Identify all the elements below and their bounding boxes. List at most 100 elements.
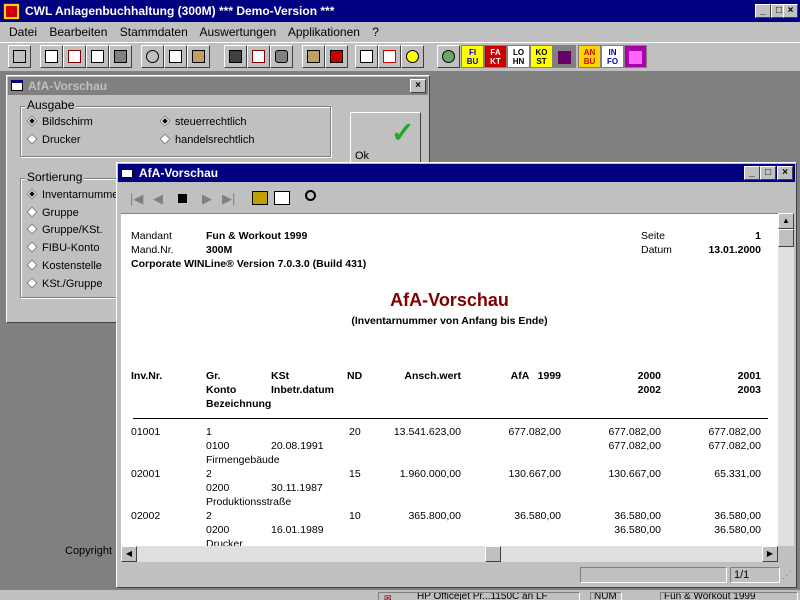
resize-grip-icon[interactable]: ⋰ <box>782 570 792 581</box>
table-row-inv: 02002 <box>131 510 161 522</box>
calculator-icon[interactable] <box>224 45 247 68</box>
header-2001: 2001 <box>737 370 761 382</box>
table-row-2001: 65.331,00 <box>714 468 761 480</box>
window-icon <box>11 80 23 91</box>
table-row-ansch: 365.800,00 <box>408 510 461 522</box>
close-button[interactable]: × <box>783 4 798 18</box>
anbu-button[interactable]: AN BU <box>578 45 601 68</box>
radio-bildschirm[interactable]: Bildschirm <box>26 114 93 130</box>
seite-value: 1 <box>755 230 761 242</box>
preview-title: AfA-Vorschau <box>139 166 219 180</box>
menu-help[interactable]: ? <box>372 25 379 39</box>
next-page-icon[interactable]: ▶ <box>202 191 212 207</box>
copy-icon[interactable] <box>164 45 187 68</box>
preview-close-button[interactable]: × <box>777 166 793 180</box>
print-preview-button-icon[interactable] <box>274 191 290 205</box>
scroll-left-button[interactable]: ◀ <box>121 546 137 562</box>
table-row-konto: 0100 <box>206 440 230 452</box>
mandant-value: Fun & Workout 1999 <box>206 230 308 242</box>
table-row-2003: 677.082,00 <box>708 440 761 452</box>
radio-sort-gruppe-kst[interactable]: Gruppe/KSt. <box>26 222 103 238</box>
menu-auswertungen[interactable]: Auswertungen <box>199 25 276 39</box>
paste-icon[interactable] <box>187 45 210 68</box>
radio-steuerrechtlich[interactable]: steuerrechtlich <box>159 114 247 130</box>
minimize-button[interactable]: _ <box>755 4 771 18</box>
ausgabe-label: Ausgabe <box>25 98 77 112</box>
sortierung-label: Sortierung <box>25 170 85 184</box>
table-row-inv: 02001 <box>131 468 161 480</box>
exit-icon[interactable] <box>302 45 325 68</box>
grid-button[interactable] <box>624 45 647 68</box>
print-icon[interactable] <box>8 45 31 68</box>
radio-sort-fibu[interactable]: FIBU-Konto <box>26 240 99 256</box>
radio-sort-inventar[interactable]: Inventarnumme <box>26 187 118 203</box>
export-preview-icon[interactable] <box>252 191 268 205</box>
menu-bar: Datei Bearbeiten Stammdaten Auswertungen… <box>0 22 800 42</box>
lock-icon[interactable] <box>270 45 293 68</box>
radio-handelsrechtlich[interactable]: handelsrechtlich <box>159 132 255 148</box>
table-row-2002: 677.082,00 <box>608 440 661 452</box>
table-row-bez: Produktionsstraße <box>206 496 292 508</box>
info-button[interactable]: IN FO <box>601 45 624 68</box>
ok-button[interactable]: ✓ Ok <box>350 112 421 164</box>
table-row-konto: 0200 <box>206 524 230 536</box>
delete-icon[interactable] <box>378 45 401 68</box>
calendar-icon[interactable] <box>355 45 378 68</box>
scroll-thumb-vertical[interactable] <box>778 229 794 247</box>
first-page-icon[interactable]: |◀ <box>130 191 143 207</box>
table-row-konto: 0200 <box>206 482 230 494</box>
table-row-datum: 16.01.1989 <box>271 524 324 536</box>
help-icon[interactable] <box>401 45 424 68</box>
export-icon[interactable] <box>109 45 132 68</box>
preview-status-field <box>580 567 727 583</box>
prev-page-icon[interactable]: ◀ <box>153 191 163 207</box>
horizontal-scrollbar[interactable]: ◀ ▶ <box>121 546 778 562</box>
scroll-right-button[interactable]: ▶ <box>762 546 778 562</box>
print-preview-icon[interactable] <box>40 45 63 68</box>
module-button[interactable] <box>553 45 576 68</box>
menu-datei[interactable]: Datei <box>9 25 37 39</box>
statusbar-printer: ✉ HP Officejet Pr...1150C an LF <box>378 592 580 600</box>
table-row-2000: 677.082,00 <box>608 426 661 438</box>
table-row-2003: 36.580,00 <box>714 524 761 536</box>
menu-bearbeiten[interactable]: Bearbeiten <box>49 25 107 39</box>
bg-close-button[interactable]: × <box>410 79 426 93</box>
scroll-up-button[interactable]: ▲ <box>778 213 794 229</box>
table-row-2000: 36.580,00 <box>614 510 661 522</box>
info-icon[interactable] <box>247 45 270 68</box>
table-row-2000: 130.667,00 <box>608 468 661 480</box>
radio-sort-gruppe[interactable]: Gruppe <box>26 205 79 221</box>
header-anschwert: Ansch.wert <box>404 370 461 382</box>
fakt-button[interactable]: FA KT <box>484 45 507 68</box>
app-title: CWL Anlagenbuchhaltung (300M) *** Demo-V… <box>25 4 335 18</box>
report-page: Mandant Fun & Workout 1999 Mand.Nr. 300M… <box>121 213 778 546</box>
app-icon[interactable] <box>3 3 20 20</box>
radio-sort-kst-gruppe[interactable]: KSt./Gruppe <box>26 276 103 292</box>
seite-label: Seite <box>641 230 665 242</box>
printer-icon: ✉ <box>384 593 392 600</box>
lohn-button[interactable]: LO HN <box>507 45 530 68</box>
fibu-button[interactable]: FI BU <box>461 45 484 68</box>
table-row-nd: 15 <box>349 468 361 480</box>
menu-applikationen[interactable]: Applikationen <box>288 25 360 39</box>
print-setup-icon[interactable] <box>63 45 86 68</box>
statusbar-mandant: Fun & Workout 1999 <box>660 592 798 600</box>
header-2000: 2000 <box>637 370 661 382</box>
preview-minimize-button[interactable]: _ <box>744 166 760 180</box>
zoom-icon[interactable] <box>305 190 316 201</box>
kost-button[interactable]: KO ST <box>530 45 553 68</box>
copy-pages-icon[interactable] <box>86 45 109 68</box>
last-page-icon[interactable]: ▶| <box>222 191 235 207</box>
preview-maximize-button[interactable]: □ <box>760 166 776 180</box>
vertical-scrollbar[interactable]: ▲ <box>778 213 794 546</box>
run-icon[interactable] <box>325 45 348 68</box>
menu-stammdaten[interactable]: Stammdaten <box>120 25 188 39</box>
radio-drucker[interactable]: Drucker <box>26 132 81 148</box>
radio-sort-kostenstelle[interactable]: Kostenstelle <box>26 258 102 274</box>
globe-icon[interactable] <box>437 45 460 68</box>
cut-icon[interactable] <box>141 45 164 68</box>
table-row-ansch: 1.960.000,00 <box>399 468 461 480</box>
stop-icon[interactable] <box>178 194 187 203</box>
scroll-thumb-horizontal[interactable] <box>485 546 501 562</box>
bg-dialog-titlebar: AfA-Vorschau × <box>8 77 428 95</box>
